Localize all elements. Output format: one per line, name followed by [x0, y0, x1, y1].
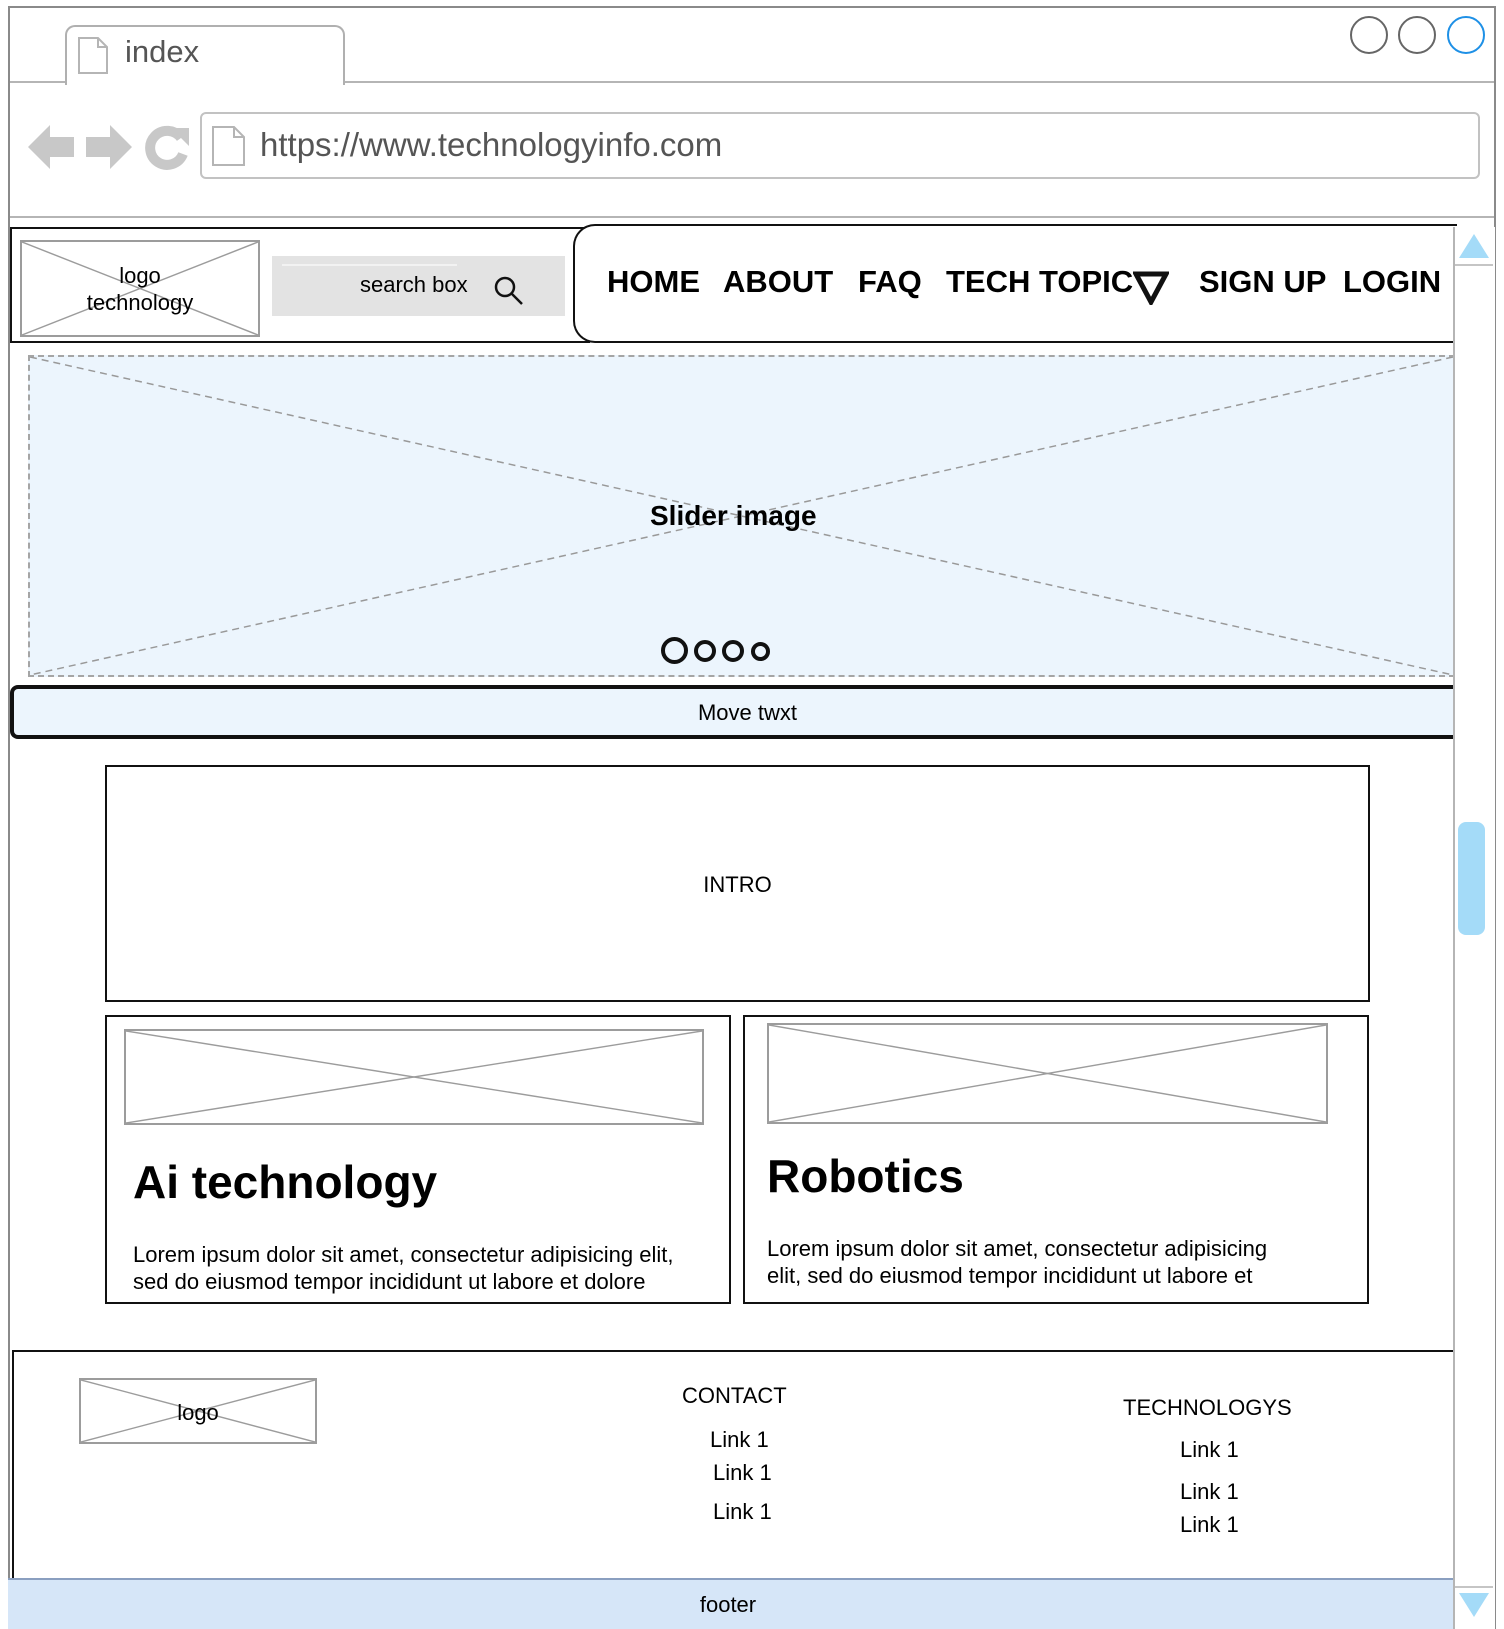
slider-dot[interactable] [694, 640, 716, 662]
card-image [124, 1029, 704, 1125]
nav-home[interactable]: HOME [607, 264, 700, 300]
slider-dot[interactable] [661, 637, 688, 664]
card-body: Lorem ipsum dolor sit amet, consectetur … [133, 1242, 674, 1294]
search-placeholder: search box [360, 272, 468, 297]
footer-contact-link[interactable]: Link 1 [713, 1499, 772, 1525]
nav-about[interactable]: ABOUT [723, 264, 833, 300]
slider-dot[interactable] [751, 642, 770, 661]
placeholder-image-icon [769, 1025, 1326, 1122]
footer-bar-label: footer [699, 1592, 757, 1617]
window-minimize-button[interactable] [1350, 16, 1388, 54]
footer-contact-link[interactable]: Link 1 [713, 1460, 772, 1486]
scrollbar-divider [1455, 264, 1493, 266]
page-icon [78, 37, 108, 74]
card-title: Ai technology [133, 1156, 438, 1208]
placeholder-image-icon [126, 1031, 702, 1123]
forward-arrow-icon[interactable] [86, 123, 132, 171]
back-arrow-icon[interactable] [28, 123, 74, 171]
page-icon [212, 126, 245, 166]
slider-label: Slider image [650, 500, 817, 531]
footer-contact-link[interactable]: Link 1 [710, 1427, 769, 1453]
footer-tech-heading: TECHNOLOGYS [1123, 1395, 1292, 1420]
nav-faq[interactable]: FAQ [858, 264, 922, 300]
footer-logo-label: logo [177, 1400, 219, 1425]
slider-dot[interactable] [722, 640, 744, 662]
search-underline [282, 264, 457, 266]
scroll-down-arrow-icon[interactable] [1459, 1593, 1489, 1617]
site-logo[interactable]: logo technology [20, 240, 260, 337]
toolbar-divider [10, 216, 1494, 218]
search-icon[interactable] [493, 275, 525, 307]
nav-tech-topic[interactable]: TECH TOPIC [946, 264, 1133, 300]
tab-title: index [125, 34, 200, 69]
scrollbar-thumb[interactable] [1458, 822, 1485, 935]
footer-tech-link[interactable]: Link 1 [1180, 1479, 1239, 1505]
nav-login[interactable]: LOGIN [1343, 264, 1441, 300]
intro-label: INTRO [703, 872, 772, 897]
footer-contact-heading: CONTACT [682, 1383, 787, 1408]
logo-label: logo technology [86, 263, 194, 315]
footer-tech-link[interactable]: Link 1 [1180, 1437, 1239, 1463]
reload-icon[interactable] [145, 124, 189, 170]
scroll-up-arrow-icon[interactable] [1459, 234, 1489, 258]
marquee-text: Move twxt [697, 700, 798, 725]
card-body: Lorem ipsum dolor sit amet, consectetur … [767, 1236, 1268, 1288]
window-close-button[interactable] [1447, 16, 1485, 54]
card-image [767, 1023, 1328, 1124]
card-title: Robotics [767, 1150, 964, 1202]
nav-sign-up[interactable]: SIGN UP [1199, 264, 1326, 300]
window-maximize-button[interactable] [1398, 16, 1436, 54]
scrollbar-divider [1455, 1586, 1493, 1588]
footer-tech-link[interactable]: Link 1 [1180, 1512, 1239, 1538]
url-text[interactable]: https://www.technologyinfo.com [260, 126, 722, 164]
footer-logo[interactable]: logo [79, 1378, 317, 1444]
dropdown-triangle-icon[interactable] [1133, 271, 1169, 305]
